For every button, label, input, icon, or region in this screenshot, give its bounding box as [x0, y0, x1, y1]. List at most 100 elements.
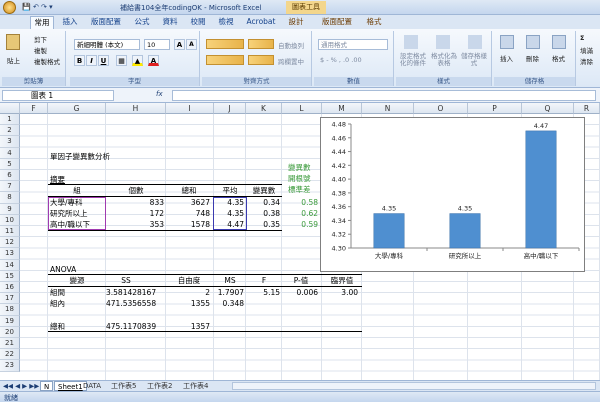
insert-cells-button[interactable]: 插入 — [500, 53, 513, 63]
tab-view[interactable]: 檢視 — [214, 16, 238, 29]
tab-data[interactable]: 資料 — [158, 16, 182, 29]
anova-cell-ss[interactable]: 471.5356558 — [106, 298, 156, 309]
anova-title[interactable]: 單因子變異數分析 — [50, 151, 110, 162]
column-header-j[interactable]: J — [214, 103, 246, 114]
format-cells-button[interactable]: 格式 — [552, 53, 565, 63]
side-label-2[interactable]: 開根號 — [288, 173, 311, 184]
anova-cell-p[interactable]: 0.006 — [282, 287, 318, 298]
merge-center-button[interactable]: 跨欄置中 — [278, 56, 304, 66]
format-painter-button[interactable]: 複製格式 — [34, 56, 60, 66]
font-family-select[interactable]: 新細明體 (本文) — [74, 39, 140, 50]
orientation-icon[interactable] — [248, 39, 274, 49]
anova-header-ss[interactable]: SS — [106, 275, 146, 286]
paste-button[interactable]: 貼上 — [7, 55, 20, 65]
select-all-corner[interactable] — [0, 103, 20, 114]
anova-header-src[interactable]: 變源 — [48, 275, 106, 286]
formula-input[interactable] — [172, 90, 596, 101]
currency-button[interactable]: $ - % , .0 .00 — [320, 56, 362, 64]
summary-cell-var[interactable]: 0.35 — [246, 219, 280, 230]
anova-header-crit[interactable]: 臨界值 — [322, 275, 362, 286]
anova-header-ms[interactable]: MS — [214, 275, 246, 286]
row-header-19[interactable]: 19 — [0, 315, 20, 327]
row-header-4[interactable]: 4 — [0, 147, 20, 159]
tab-format[interactable]: 格式 — [362, 16, 386, 29]
summary-cell-sum[interactable]: 3627 — [166, 197, 210, 208]
sheet-tab-4[interactable]: 工作表4 — [180, 381, 211, 391]
column-header-q[interactable]: Q — [522, 103, 574, 114]
clear-button[interactable]: 清除 — [580, 56, 593, 66]
sheet-tab-2[interactable]: 工作表2 — [144, 381, 175, 391]
chart-object[interactable]: 4.30 4.32 4.34 4.36 4.38 4.40 4.42 4.44 4.46 4.48… — [320, 117, 585, 272]
horizontal-scrollbar[interactable] — [232, 382, 596, 390]
summary-header-sum[interactable]: 總和 — [166, 185, 212, 196]
delete-cells-button[interactable]: 刪除 — [526, 53, 539, 63]
row-header-6[interactable]: 6 — [0, 170, 20, 182]
summary-cell-sd[interactable]: 0.58 — [282, 197, 318, 208]
row-header-13[interactable]: 13 — [0, 248, 20, 260]
row-header-2[interactable]: 2 — [0, 125, 20, 137]
column-header-i[interactable]: I — [166, 103, 214, 114]
summary-header-group[interactable]: 組 — [48, 185, 106, 196]
sheet-tab-n[interactable]: N — [40, 381, 54, 391]
anova-cell-crit[interactable]: 3.00 — [322, 287, 358, 298]
anova-cell-p[interactable] — [282, 298, 318, 309]
font-size-select[interactable]: 10 — [144, 39, 170, 50]
number-format-select[interactable]: 通用格式 — [318, 39, 388, 50]
summary-header-mean[interactable]: 平均 — [214, 185, 246, 196]
tab-review[interactable]: 校閱 — [186, 16, 210, 29]
fill-color-button[interactable]: ▲ — [132, 55, 143, 66]
summary-cell-var[interactable]: 0.38 — [246, 208, 280, 219]
copy-button[interactable]: 複製 — [34, 45, 47, 55]
row-header-21[interactable]: 21 — [0, 338, 20, 350]
row-header-1[interactable]: 1 — [0, 114, 20, 126]
underline-button[interactable]: U — [98, 55, 109, 66]
row-header-12[interactable]: 12 — [0, 237, 20, 249]
row-header-15[interactable]: 15 — [0, 270, 20, 282]
anova-cell-df[interactable]: 2 — [166, 287, 210, 298]
tab-formulas[interactable]: 公式 — [130, 16, 154, 29]
column-header-h[interactable]: H — [106, 103, 166, 114]
row-header-18[interactable]: 18 — [0, 304, 20, 316]
column-header-n[interactable]: N — [362, 103, 414, 114]
tab-insert[interactable]: 插入 — [58, 16, 82, 29]
sheet-tab-5[interactable]: 工作表5 — [108, 381, 139, 391]
summary-cell-count[interactable]: 172 — [106, 208, 164, 219]
anova-cell-ss[interactable]: 3.581428167 — [106, 287, 156, 298]
grow-font-button[interactable]: A — [174, 39, 185, 50]
border-button[interactable]: ▦ — [116, 55, 127, 66]
row-header-14[interactable]: 14 — [0, 259, 20, 271]
tab-acrobat[interactable]: Acrobat — [244, 16, 278, 29]
sheet-nav-buttons[interactable]: ◀◀ ◀ ▶ ▶▶ — [3, 382, 39, 390]
column-header-g[interactable]: G — [48, 103, 106, 114]
anova-header-p[interactable]: P-值 — [282, 275, 320, 286]
row-header-9[interactable]: 9 — [0, 203, 20, 215]
sheet-tab-data[interactable]: DATA — [80, 381, 104, 391]
quick-access-toolbar[interactable]: 💾 ↶ ↷ ▾ — [22, 3, 53, 11]
worksheet-grid[interactable]: FGHIJKLMNOPQR 1 2 3 4 5 6 7 8 9 10 11 12 13 14 15 16 17 1… — [0, 103, 600, 380]
tab-page-layout[interactable]: 版面配置 — [86, 16, 126, 29]
anova-cell-df[interactable]: 1355 — [166, 298, 210, 309]
row-header-10[interactable]: 10 — [0, 214, 20, 226]
sum-icon[interactable]: Σ — [580, 34, 584, 42]
anova-cell-ms[interactable]: 1.7907 — [214, 287, 244, 298]
indent-icon[interactable] — [248, 55, 274, 65]
anova-cell-src[interactable]: 組間 — [50, 287, 106, 298]
office-button[interactable] — [3, 1, 16, 14]
fill-button[interactable]: 填滿 — [580, 45, 593, 55]
cut-button[interactable]: 剪下 — [34, 34, 47, 44]
align-left-icon[interactable] — [206, 55, 244, 65]
summary-cell-var[interactable]: 0.34 — [246, 197, 280, 208]
anova-header-df[interactable]: 自由度 — [166, 275, 212, 286]
row-header-20[interactable]: 20 — [0, 326, 20, 338]
row-header-3[interactable]: 3 — [0, 136, 20, 148]
row-header-11[interactable]: 11 — [0, 226, 20, 238]
anova-cell-crit[interactable] — [322, 298, 358, 309]
anova-cell-f[interactable]: 5.15 — [246, 287, 280, 298]
conditional-format-button[interactable]: 設定格式化的條件 — [398, 53, 428, 67]
name-box[interactable]: 圖表 1 — [2, 90, 114, 101]
row-header-5[interactable]: 5 — [0, 158, 20, 170]
fx-icon[interactable]: fx — [156, 90, 163, 98]
row-header-22[interactable]: 22 — [0, 349, 20, 361]
side-label-3[interactable]: 標準差 — [288, 184, 311, 195]
wrap-text-button[interactable]: 自動換列 — [278, 40, 304, 50]
